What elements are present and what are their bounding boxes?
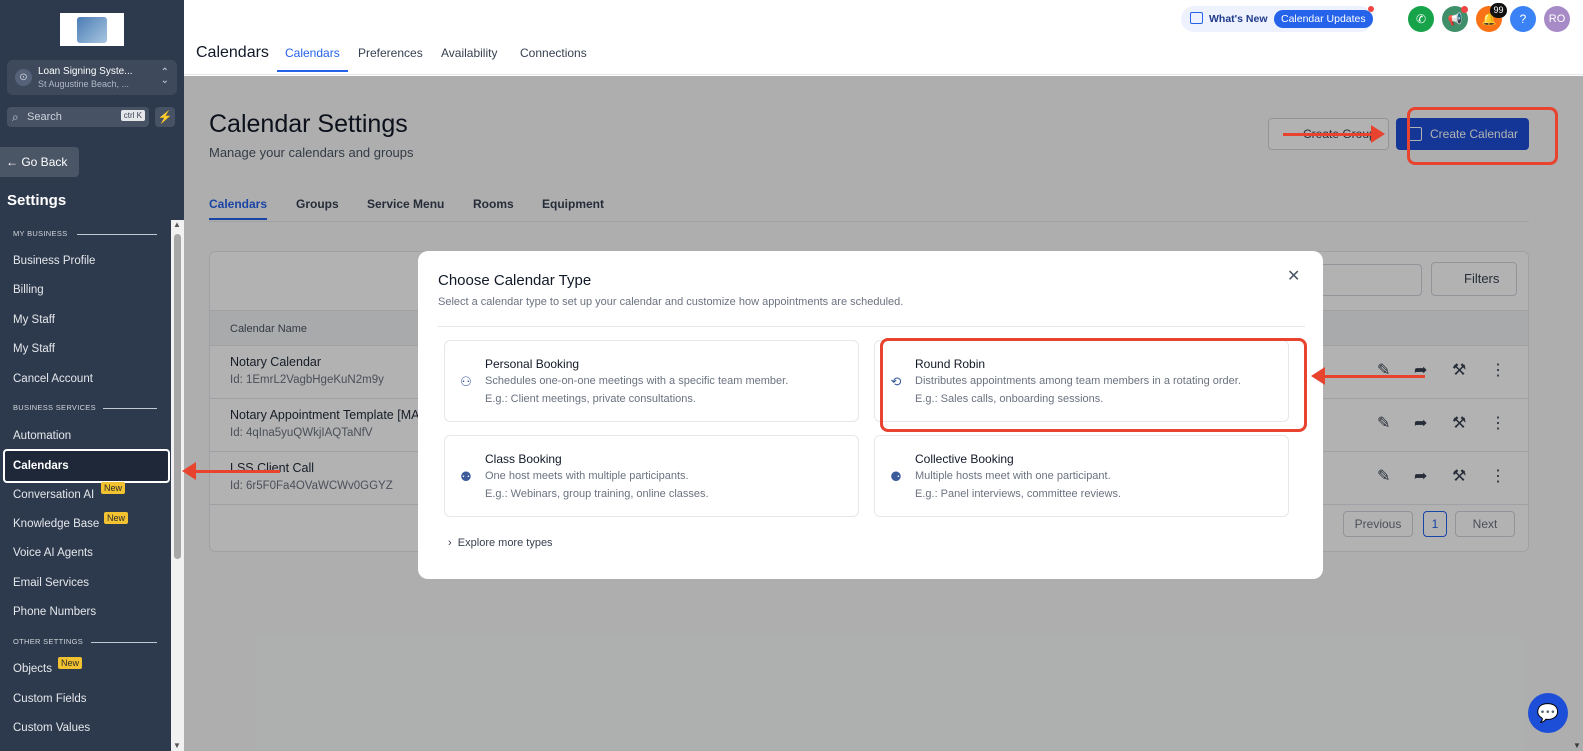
sidebar-item-phone-numbers[interactable]: Phone Numbers <box>13 606 96 618</box>
sidebar-item-my-staff-2[interactable]: My Staff <box>13 343 55 355</box>
sidebar-item-custom-fields[interactable]: Custom Fields <box>13 693 87 705</box>
arrow-to-round-robin <box>1311 367 1425 385</box>
settings-title: Settings <box>7 192 67 209</box>
option-example: E.g.: Webinars, group training, online c… <box>485 488 709 500</box>
top-bar: Calendars Calendars Preferences Availabi… <box>184 0 1583 75</box>
highlight-round-robin <box>880 338 1307 432</box>
option-collective-booking[interactable]: ⚈ Collective Booking Multiple hosts meet… <box>874 435 1289 517</box>
section-other-settings: OTHER SETTINGS <box>13 637 157 646</box>
announcement-icon <box>1190 12 1203 24</box>
page-title: Calendars <box>196 44 269 61</box>
sidebar-item-knowledge-base[interactable]: Knowledge Base <box>13 518 99 530</box>
option-example: E.g.: Client meetings, private consultat… <box>485 393 696 405</box>
scroll-down-icon[interactable]: ▼ <box>173 741 181 750</box>
updates-dot <box>1368 6 1374 12</box>
new-badge: New <box>104 512 129 524</box>
highlight-create-calendar <box>1407 107 1558 165</box>
option-title: Personal Booking <box>485 357 580 371</box>
tab-preferences[interactable]: Preferences <box>358 46 423 60</box>
search-placeholder: Search <box>27 111 62 123</box>
scroll-up-icon[interactable]: ▲ <box>173 220 181 229</box>
personal-booking-icon: ⚇ <box>460 374 472 389</box>
sidebar-search[interactable]: ⌕ Search ctrl K <box>7 107 149 127</box>
account-location: St Augustine Beach, ... <box>38 79 130 89</box>
tab-calendars[interactable]: Calendars <box>277 46 348 72</box>
sidebar-item-my-staff[interactable]: My Staff <box>13 314 55 326</box>
sidebar-item-custom-values[interactable]: Custom Values <box>13 722 90 734</box>
modal-subtitle: Select a calendar type to set up your ca… <box>438 296 904 308</box>
arrow-to-create-calendar <box>1283 125 1385 143</box>
modal-title: Choose Calendar Type <box>438 272 592 289</box>
sidebar-item-business-profile[interactable]: Business Profile <box>13 255 95 267</box>
option-description: Schedules one-on-one meetings with a spe… <box>485 375 789 387</box>
go-back-button[interactable]: ← Go Back <box>0 147 79 177</box>
new-badge: New <box>101 482 126 494</box>
close-icon[interactable]: ✕ <box>1287 266 1300 286</box>
sidebar-item-objects[interactable]: Objects <box>13 663 52 675</box>
go-back-label: Go Back <box>21 155 68 169</box>
sidebar-item-email-services[interactable]: Email Services <box>13 577 89 589</box>
company-logo <box>60 13 124 46</box>
chevron-updown-icon: ⌃ ⌄ <box>160 67 169 86</box>
option-class-booking[interactable]: ⚉ Class Booking One host meets with mult… <box>444 435 859 517</box>
sidebar-item-automation[interactable]: Automation <box>13 430 71 442</box>
settings-nav: MY BUSINESS Business Profile Billing My … <box>0 220 184 751</box>
sidebar-scrollbar[interactable]: ▲ ▼ <box>171 220 184 751</box>
sidebar-item-calendars[interactable]: Calendars <box>3 449 170 483</box>
location-switcher[interactable]: ⊙ Loan Signing Syste... St Augustine Bea… <box>7 60 177 95</box>
whats-new-pill[interactable]: What's New Calendar Updates <box>1181 6 1374 32</box>
chat-widget-button[interactable]: 💬 <box>1528 693 1568 733</box>
quick-action-bolt-icon[interactable]: ⚡ <box>155 107 175 127</box>
avatar[interactable]: RO <box>1544 6 1570 32</box>
help-icon[interactable]: ? <box>1510 6 1536 32</box>
whats-new-label: What's New <box>1209 13 1268 25</box>
tab-availability[interactable]: Availability <box>441 46 497 60</box>
option-personal-booking[interactable]: ⚇ Personal Booking Schedules one-on-one … <box>444 340 859 422</box>
scrollbar-thumb[interactable] <box>174 234 181 559</box>
sidebar-item-cancel-account[interactable]: Cancel Account <box>13 373 93 385</box>
sidebar-item-conversation-ai[interactable]: Conversation AI <box>13 489 94 501</box>
chevron-right-icon: › <box>448 537 452 549</box>
option-example: E.g.: Panel interviews, committee review… <box>915 488 1122 500</box>
sidebar-item-voice-ai-agents[interactable]: Voice AI Agents <box>13 547 93 559</box>
option-description: Multiple hosts meet with one participant… <box>915 470 1111 482</box>
search-shortcut: ctrl K <box>120 110 145 121</box>
option-title: Collective Booking <box>915 452 1014 466</box>
megaphone-dot <box>1461 6 1468 13</box>
phone-icon[interactable]: ✆ <box>1408 6 1434 32</box>
sidebar: ⊙ Loan Signing Syste... St Augustine Bea… <box>0 0 184 751</box>
new-badge: New <box>58 657 83 669</box>
option-description: One host meets with multiple participant… <box>485 470 689 482</box>
explore-more-types[interactable]: › Explore more types <box>448 537 553 549</box>
tab-connections[interactable]: Connections <box>520 46 587 60</box>
account-name: Loan Signing Syste... <box>38 66 133 77</box>
option-title: Class Booking <box>485 452 562 466</box>
sidebar-item-billing[interactable]: Billing <box>13 284 44 296</box>
section-my-business: MY BUSINESS <box>13 229 157 238</box>
location-icon: ⊙ <box>15 69 32 86</box>
arrow-to-calendars-nav <box>182 462 280 480</box>
notification-count: 99 <box>1490 3 1507 18</box>
collective-booking-icon: ⚈ <box>890 469 902 484</box>
class-booking-icon: ⚉ <box>460 469 472 484</box>
calendar-updates-badge[interactable]: Calendar Updates <box>1274 10 1373 28</box>
modal-divider <box>438 326 1305 327</box>
section-business-services: BUSINESS SERVICES <box>13 403 157 412</box>
search-icon: ⌕ <box>12 110 19 124</box>
